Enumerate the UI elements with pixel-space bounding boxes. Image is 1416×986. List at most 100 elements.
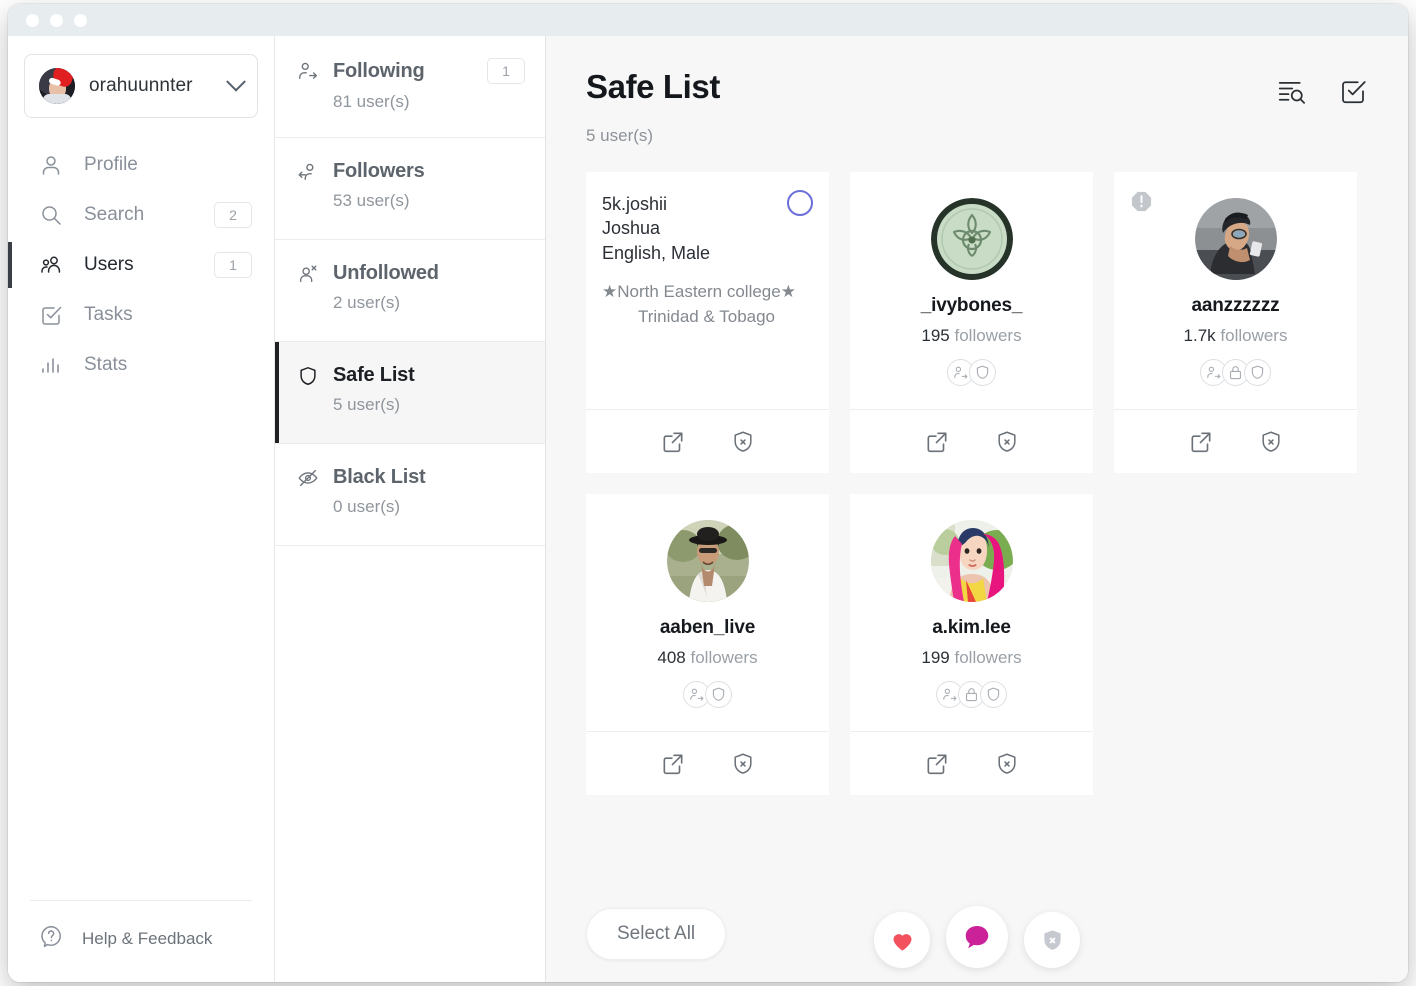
window-minimize-button[interactable] [50,13,63,27]
help-and-feedback[interactable]: Help & Feedback [30,900,252,982]
bottom-action-bar: Select All [546,886,1408,982]
sidebar-nav: Profile Search 2 Users 1 Tasks Stats [8,140,274,390]
card-flags [936,681,1007,708]
bulk-action-buttons [874,906,1080,968]
alert-icon [1130,190,1153,213]
page-subtitle: 5 user(s) [586,126,654,145]
person-arrow-left-icon [297,161,319,183]
user-card[interactable]: a.kim.lee 199 followers [850,494,1093,795]
account-switcher[interactable]: orahuunnter [24,54,258,118]
card-followers-label: followers [1220,326,1288,345]
sidebar-item-label: Users [84,254,134,275]
list-item-following[interactable]: Following 1 81 user(s) [275,36,545,138]
sidebar-item-stats[interactable]: Stats [8,340,274,390]
card-followers: 199 followers [921,648,1021,668]
people-icon [38,252,64,278]
open-external-icon[interactable] [660,429,686,455]
window-body: orahuunnter Profile Search 2 Users 1 Tas… [8,36,1408,982]
list-item-title: Unfollowed [333,262,439,284]
bar-chart-icon [38,352,64,378]
sidebar-item-search[interactable]: Search 2 [8,190,274,240]
select-all-button[interactable]: Select All [586,908,727,960]
sidebar-item-profile[interactable]: Profile [8,140,274,190]
card-select-circle[interactable] [787,190,813,216]
unsafe-button[interactable] [1024,912,1080,968]
card-flags [1200,359,1271,386]
list-item-badge: 1 [487,58,525,84]
shield-icon [980,681,1007,708]
list-item-count: 5 user(s) [333,395,401,414]
profile-picture [930,198,1013,280]
card-followers-label: followers [690,648,758,667]
user-card[interactable]: aanzzzzzz 1.7k followers [1114,172,1357,473]
list-item-safe-list[interactable]: Safe List 5 user(s) [275,342,545,444]
card-followers-label: followers [954,326,1022,345]
card-followers-count: 1.7k [1183,326,1216,345]
window-maximize-button[interactable] [74,13,87,27]
list-item-title: Safe List [333,364,415,386]
app-window: orahuunnter Profile Search 2 Users 1 Tas… [8,4,1408,982]
open-external-icon[interactable] [1188,429,1214,455]
card-username: aanzzzzzz [1191,295,1280,316]
person-arrow-right-icon [297,60,319,82]
sidebar-item-label: Stats [84,354,128,375]
card-followers-count: 199 [921,648,950,667]
list-item-unfollowed[interactable]: Unfollowed 2 user(s) [275,240,545,342]
sidebar-badge-users: 1 [214,252,252,278]
list-item-count: 2 user(s) [333,293,401,312]
main-header: Safe List 5 user(s) [546,36,1408,146]
shield-icon [297,365,319,387]
list-item-count: 81 user(s) [333,92,410,111]
bubble-icon [962,922,992,952]
profile-picture [666,520,749,602]
shield-x-icon[interactable] [994,429,1020,455]
list-item-count: 53 user(s) [333,191,410,210]
shield-x-icon[interactable] [1258,429,1284,455]
shield-icon [969,359,996,386]
sidebar-item-label: Tasks [84,304,133,325]
sidebar-item-label: Search [84,204,145,225]
sidebar-item-label: Profile [84,154,138,175]
app-root: orahuunnter Profile Search 2 Users 1 Tas… [0,0,1416,986]
help-label: Help & Feedback [82,928,213,948]
shield-x-icon [1039,927,1066,954]
heart-icon [889,927,916,954]
avatar [39,68,75,104]
shield-x-icon[interactable] [730,751,756,777]
chevron-down-icon[interactable] [226,71,246,92]
card-followers: 1.7k followers [1184,326,1288,346]
page-title: Safe List [586,68,720,105]
user-card[interactable]: aaben_live 408 followers [586,494,829,795]
window-close-button[interactable] [26,13,39,27]
open-external-icon[interactable] [924,751,950,777]
card-followers-count: 195 [921,326,950,345]
check-square-icon [38,302,64,328]
card-followers: 195 followers [921,326,1021,346]
like-button[interactable] [874,912,930,968]
user-card[interactable]: _ivybones_ 195 followers [850,172,1093,473]
card-meta: English, Male [602,242,711,263]
sidebar-item-users[interactable]: Users 1 [8,240,274,290]
comment-button[interactable] [946,906,1008,968]
shield-x-icon[interactable] [730,429,756,455]
open-external-icon[interactable] [924,429,950,455]
list-item-followers[interactable]: Followers 53 user(s) [275,138,545,240]
list-item-title: Black List [333,466,426,488]
card-full-name: Joshua [602,218,661,239]
open-external-icon[interactable] [660,751,686,777]
user-card[interactable]: 5k.joshii Joshua English, Male ★North Ea… [586,172,829,473]
profile-picture [1194,198,1277,280]
list-column: Following 1 81 user(s) Followers 53 user… [275,36,546,982]
sidebar-item-tasks[interactable]: Tasks [8,290,274,340]
card-bio-line: Trinidad & Tobago [637,307,776,327]
left-sidebar: orahuunnter Profile Search 2 Users 1 Tas… [8,36,275,982]
select-mode-icon[interactable] [1338,76,1368,106]
eye-off-icon [297,467,319,489]
list-item-black-list[interactable]: Black List 0 user(s) [275,444,545,546]
card-flags [683,681,732,708]
sort-search-icon[interactable] [1276,76,1306,106]
shield-x-icon[interactable] [994,751,1020,777]
window-titlebar [8,4,1408,36]
cards-scroll-area[interactable]: 5k.joshii Joshua English, Male ★North Ea… [546,146,1408,886]
person-x-icon [297,263,319,285]
